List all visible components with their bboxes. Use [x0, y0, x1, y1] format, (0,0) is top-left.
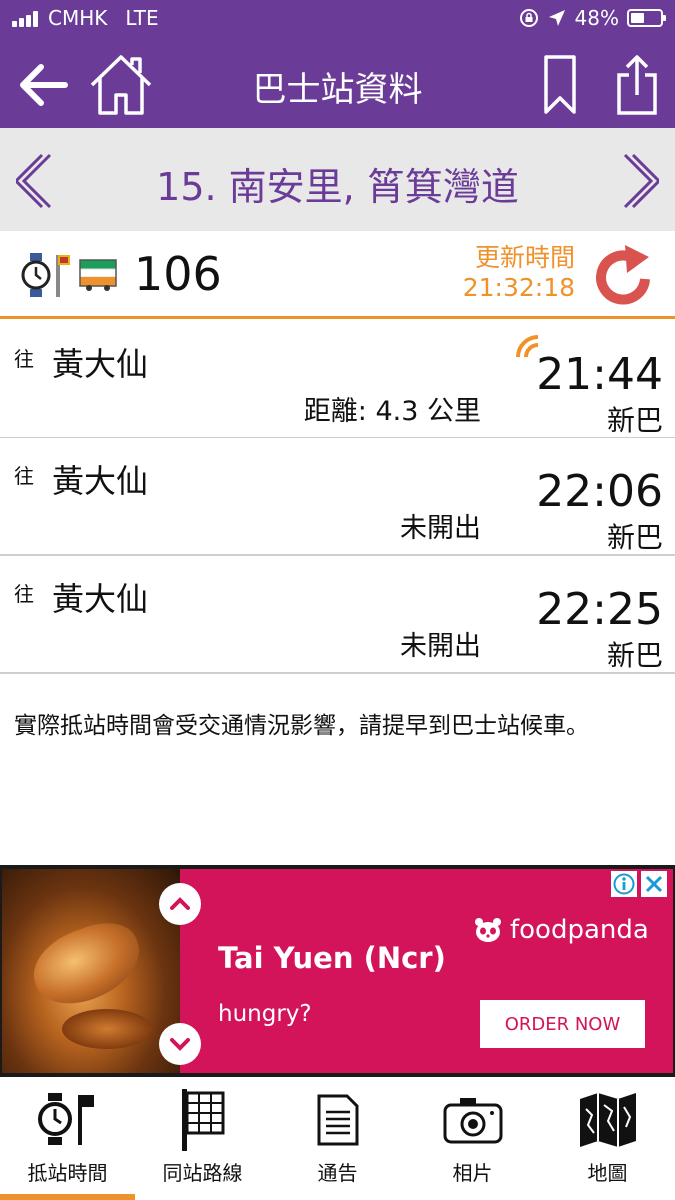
tab-label: 通告 — [317, 1161, 358, 1185]
stop-routes-icon — [182, 1089, 225, 1151]
eta-time: 21:44 — [536, 349, 663, 400]
share-button[interactable] — [602, 50, 672, 120]
network-label: LTE — [125, 6, 159, 30]
close-icon — [645, 875, 663, 893]
ad-info-button[interactable] — [611, 871, 637, 897]
order-now-button[interactable]: ORDER NOW — [480, 1000, 645, 1048]
to-label: 往 — [14, 347, 34, 371]
eta-destination: 黃大仙 — [52, 345, 149, 383]
eta-row-2[interactable]: 往 黃大仙 22:06 未開出 新巴 — [0, 438, 675, 556]
eta-time: 22:06 — [536, 466, 663, 517]
ad-content[interactable]: foodpanda Tai Yuen (Ncr) hungry? ORDER N… — [2, 869, 673, 1073]
ad-subtitle: hungry? — [218, 1001, 312, 1027]
ad-brand-name: foodpanda — [510, 915, 649, 945]
chevron-up-icon — [170, 897, 190, 910]
tab-icon-wrap — [307, 1089, 369, 1151]
ad-brand: foodpanda — [474, 915, 649, 945]
bookmark-button[interactable] — [525, 50, 595, 120]
route-row: 106 更新時間 21:32:18 — [0, 231, 675, 319]
tab-label: 同站路線 — [162, 1161, 243, 1185]
update-time-block: 更新時間 21:32:18 — [463, 243, 575, 303]
ad-controls — [611, 871, 667, 897]
prev-stop-button[interactable] — [6, 146, 66, 216]
ad-scroll-up-button[interactable] — [159, 883, 201, 925]
eta-distance: 距離: 4.3 公里 — [303, 396, 481, 427]
ad-banner[interactable]: foodpanda Tai Yuen (Ncr) hungry? ORDER N… — [0, 865, 675, 1077]
rotation-lock-icon — [519, 9, 538, 27]
tab-label: 相片 — [452, 1161, 493, 1185]
eta-destination: 黃大仙 — [52, 462, 149, 500]
active-tab-indicator — [0, 1194, 135, 1200]
tab-icon-wrap — [577, 1089, 639, 1151]
tab-eta[interactable]: 抵站時間 — [0, 1077, 135, 1200]
to-label: 往 — [14, 464, 34, 488]
refresh-button[interactable] — [593, 241, 659, 307]
bus-company: 新巴 — [606, 521, 663, 554]
status-bar: CMHK LTE 48% — [0, 0, 675, 38]
bookmark-icon — [544, 55, 576, 114]
to-label: 往 — [14, 582, 34, 606]
refresh-icon — [596, 245, 650, 305]
nav-bar: 巴士站資料 — [0, 38, 675, 128]
map-icon — [580, 1093, 636, 1147]
camera-icon — [443, 1098, 503, 1144]
location-icon — [548, 10, 565, 26]
carrier-label: CMHK — [48, 6, 108, 30]
update-label: 更新時間 — [474, 243, 575, 272]
chevron-right-icon — [623, 153, 659, 209]
eta-time: 22:25 — [536, 584, 663, 635]
tab-bar: 抵站時間 同站路線 通告 相片 地圖 — [0, 1077, 675, 1200]
update-time: 21:32:18 — [462, 273, 575, 302]
eta-destination: 黃大仙 — [52, 580, 149, 618]
tab-icon-wrap — [37, 1089, 99, 1151]
eta-clock-icon — [38, 1093, 94, 1145]
tab-notices[interactable]: 通告 — [270, 1077, 405, 1200]
chevron-down-icon — [170, 1038, 190, 1051]
status-left: CMHK LTE — [12, 6, 159, 30]
signal-icon — [12, 9, 38, 27]
route-icons — [20, 251, 118, 299]
tab-icon-wrap — [172, 1089, 234, 1151]
share-icon — [617, 55, 657, 115]
next-stop-button[interactable] — [609, 146, 669, 216]
battery-icon — [627, 9, 666, 27]
eta-status: 未開出 — [400, 631, 481, 662]
tab-photos[interactable]: 相片 — [405, 1077, 540, 1200]
notice-text: 實際抵站時間會受交通情況影響，請提早到巴士站候車。 — [14, 713, 589, 739]
eta-row-1[interactable]: 往 黃大仙 21:44 距離: 4.3 公里 新巴 — [0, 321, 675, 439]
tab-stop-routes[interactable]: 同站路線 — [135, 1077, 270, 1200]
tab-label: 抵站時間 — [27, 1161, 108, 1185]
ad-scroll-down-button[interactable] — [159, 1023, 201, 1065]
stop-header: 15. 南安里, 筲箕灣道 — [0, 128, 675, 231]
ad-close-button[interactable] — [641, 871, 667, 897]
eta-status: 未開出 — [400, 513, 481, 544]
eta-row-3[interactable]: 往 黃大仙 22:25 未開出 新巴 — [0, 556, 675, 674]
ad-food-image[interactable] — [2, 869, 180, 1073]
panda-logo-icon — [475, 918, 501, 942]
bus-company: 新巴 — [606, 404, 663, 437]
info-icon — [613, 873, 635, 895]
stop-name: 15. 南安里, 筲箕灣道 — [156, 165, 519, 209]
bus-company: 新巴 — [606, 639, 663, 672]
tab-label: 地圖 — [587, 1161, 628, 1185]
battery-percent: 48% — [574, 6, 619, 30]
status-right: 48% — [519, 6, 666, 30]
route-number: 106 — [134, 247, 222, 301]
bus-icon — [79, 259, 117, 291]
notice-icon — [317, 1094, 359, 1146]
ad-title: Tai Yuen (Ncr) — [218, 941, 446, 975]
tab-icon-wrap — [442, 1089, 504, 1151]
tab-map[interactable]: 地圖 — [540, 1077, 675, 1200]
eta-clock-icon — [21, 253, 70, 297]
chevron-left-icon — [16, 153, 52, 209]
